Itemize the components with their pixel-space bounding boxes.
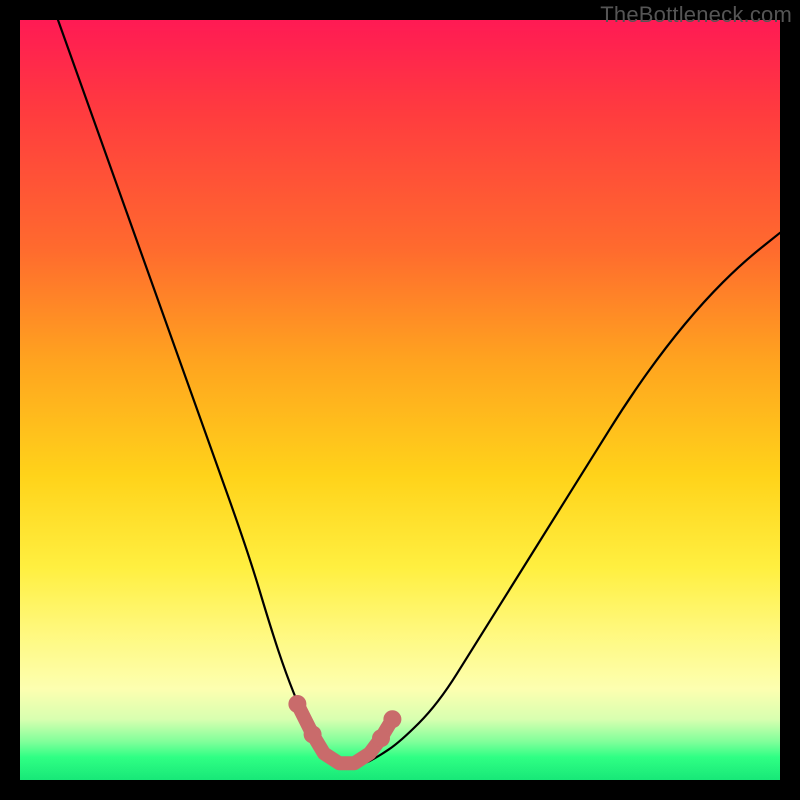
chart-frame (20, 20, 780, 780)
trough-marker (288, 695, 306, 713)
bottleneck-plot (20, 20, 780, 780)
bottleneck-curve (58, 20, 780, 765)
trough-marker (383, 710, 401, 728)
watermark-text: TheBottleneck.com (600, 2, 792, 28)
trough-marker (304, 725, 322, 743)
trough-marker (372, 729, 390, 747)
